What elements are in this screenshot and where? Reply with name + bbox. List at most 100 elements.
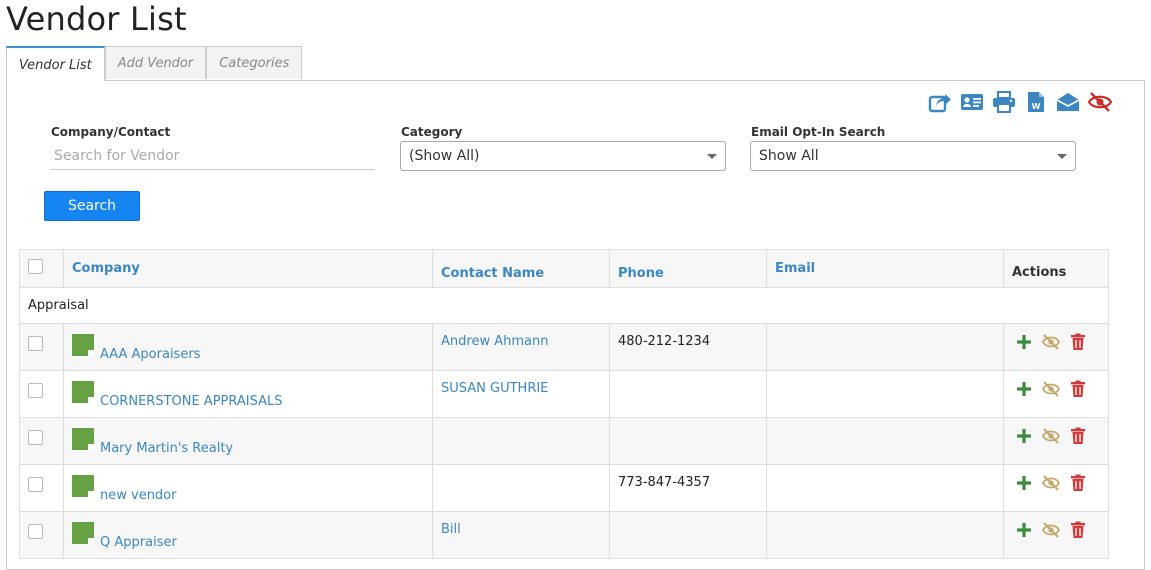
contact-card-icon[interactable] xyxy=(959,90,985,114)
company-cell: Q Appraiser xyxy=(63,511,433,559)
group-row: Appraisal xyxy=(19,287,1109,324)
trash-icon[interactable] xyxy=(1066,379,1090,399)
add-icon[interactable] xyxy=(1012,473,1036,493)
row-select-cell xyxy=(19,511,64,559)
actions-cell xyxy=(1003,511,1109,559)
category-label: Category xyxy=(401,125,463,139)
svg-text:W: W xyxy=(1032,102,1041,111)
table-row: Q Appraiser Bill xyxy=(19,511,1109,559)
company-cell: Mary Martin's Realty xyxy=(63,417,433,465)
email-icon[interactable] xyxy=(1055,90,1081,114)
search-button[interactable]: Search xyxy=(44,191,140,221)
hide-eye-icon[interactable] xyxy=(1039,473,1063,493)
phone-cell: 773-847-4357 xyxy=(609,464,767,512)
add-icon[interactable] xyxy=(1012,426,1036,446)
column-header-actions: Actions xyxy=(1003,249,1109,288)
tab-bar: Vendor List Add Vendor Categories xyxy=(6,46,303,81)
email-cell xyxy=(766,417,1004,465)
vendor-table: Company Contact Name Phone Email Actions… xyxy=(19,249,1109,559)
actions-cell xyxy=(1003,417,1109,465)
contact-link[interactable]: Andrew Ahmann xyxy=(441,334,548,349)
contact-link[interactable]: Bill xyxy=(441,522,461,537)
hide-eye-icon[interactable] xyxy=(1039,520,1063,540)
email-cell xyxy=(766,370,1004,418)
contact-cell: Andrew Ahmann xyxy=(432,323,610,371)
note-icon[interactable] xyxy=(72,381,94,403)
contact-cell xyxy=(432,417,610,465)
table-row: AAA Aporaisers Andrew Ahmann 480-212-123… xyxy=(19,323,1109,371)
add-icon[interactable] xyxy=(1012,520,1036,540)
tab-add-vendor[interactable]: Add Vendor xyxy=(104,46,207,79)
note-icon[interactable] xyxy=(72,522,94,544)
phone-cell xyxy=(609,417,767,465)
row-checkbox[interactable] xyxy=(28,383,43,398)
add-icon[interactable] xyxy=(1012,332,1036,352)
contact-link[interactable]: SUSAN GUTHRIE xyxy=(441,381,548,396)
note-icon[interactable] xyxy=(72,334,94,356)
company-cell: CORNERSTONE APPRAISALS xyxy=(63,370,433,418)
trash-icon[interactable] xyxy=(1066,473,1090,493)
tab-categories[interactable]: Categories xyxy=(206,46,303,79)
row-checkbox[interactable] xyxy=(28,477,43,492)
category-select[interactable]: (Show All) xyxy=(400,141,726,171)
hide-eye-icon[interactable] xyxy=(1039,332,1063,352)
select-all-checkbox[interactable] xyxy=(28,259,43,274)
email-cell xyxy=(766,323,1004,371)
note-icon[interactable] xyxy=(72,475,94,497)
company-cell: new vendor xyxy=(63,464,433,512)
column-header-contact[interactable]: Contact Name xyxy=(432,249,610,288)
row-checkbox[interactable] xyxy=(28,524,43,539)
phone-cell xyxy=(609,370,767,418)
print-icon[interactable] xyxy=(991,90,1017,114)
actions-cell xyxy=(1003,464,1109,512)
add-icon[interactable] xyxy=(1012,379,1036,399)
column-header-email[interactable]: Email xyxy=(766,249,1004,288)
group-label: Appraisal xyxy=(19,287,1109,324)
word-document-icon[interactable]: W xyxy=(1023,90,1049,114)
table-row: new vendor 773-847-4357 xyxy=(19,464,1109,512)
row-select-cell xyxy=(19,464,64,512)
company-contact-label: Company/Contact xyxy=(51,125,171,139)
contact-cell xyxy=(432,464,610,512)
chevron-down-icon xyxy=(1057,154,1067,159)
company-link[interactable]: CORNERSTONE APPRAISALS xyxy=(100,394,283,409)
trash-icon[interactable] xyxy=(1066,332,1090,352)
actions-cell xyxy=(1003,370,1109,418)
column-header-company[interactable]: Company xyxy=(63,249,433,288)
table-row: Mary Martin's Realty xyxy=(19,417,1109,465)
company-link[interactable]: Q Appraiser xyxy=(100,535,177,550)
hidden-eye-icon[interactable] xyxy=(1087,90,1113,114)
vendor-search-input[interactable] xyxy=(50,142,375,170)
email-cell xyxy=(766,464,1004,512)
contact-cell: Bill xyxy=(432,511,610,559)
row-select-cell xyxy=(19,417,64,465)
trash-icon[interactable] xyxy=(1066,426,1090,446)
company-link[interactable]: Mary Martin's Realty xyxy=(100,441,233,456)
actions-cell xyxy=(1003,323,1109,371)
trash-icon[interactable] xyxy=(1066,520,1090,540)
company-link[interactable]: AAA Aporaisers xyxy=(100,347,200,362)
select-all-header xyxy=(19,249,64,288)
note-icon[interactable] xyxy=(72,428,94,450)
contact-cell: SUSAN GUTHRIE xyxy=(432,370,610,418)
row-select-cell xyxy=(19,370,64,418)
email-optin-selected-value: Show All xyxy=(759,148,819,164)
page-title: Vendor List xyxy=(6,0,187,38)
email-optin-select[interactable]: Show All xyxy=(750,141,1076,171)
row-checkbox[interactable] xyxy=(28,430,43,445)
chevron-down-icon xyxy=(707,154,717,159)
company-cell: AAA Aporaisers xyxy=(63,323,433,371)
phone-cell xyxy=(609,511,767,559)
table-row: CORNERSTONE APPRAISALS SUSAN GUTHRIE xyxy=(19,370,1109,418)
hide-eye-icon[interactable] xyxy=(1039,426,1063,446)
email-optin-label: Email Opt-In Search xyxy=(751,125,886,139)
export-icon[interactable] xyxy=(927,90,953,114)
company-link[interactable]: new vendor xyxy=(100,488,176,503)
column-header-phone[interactable]: Phone xyxy=(609,249,767,288)
tab-vendor-list[interactable]: Vendor List xyxy=(6,46,105,81)
hide-eye-icon[interactable] xyxy=(1039,379,1063,399)
row-checkbox[interactable] xyxy=(28,336,43,351)
category-selected-value: (Show All) xyxy=(409,148,480,164)
phone-cell: 480-212-1234 xyxy=(609,323,767,371)
toolbar: W xyxy=(927,90,1113,114)
